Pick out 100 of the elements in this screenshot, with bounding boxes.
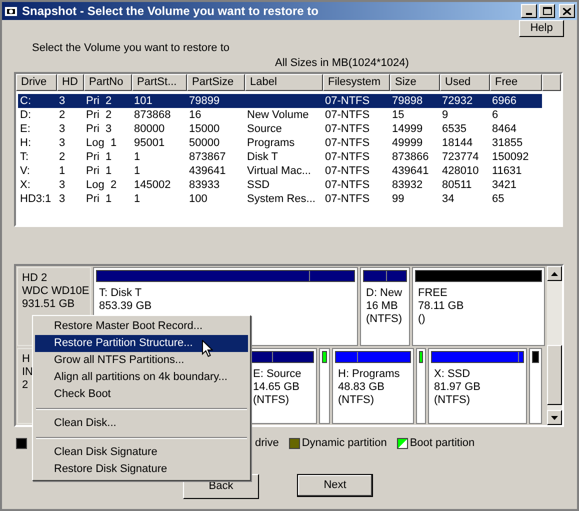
table-row[interactable]: T: 2 Pri 1 1 873867 Disk T 07-NTFS 873866 723774 150092 (18, 150, 542, 164)
disk-info-text: HD 2 (22, 272, 48, 285)
column-header[interactable]: Label (245, 74, 323, 91)
table-cell: 439641 (392, 165, 429, 177)
table-cell: 31855 (492, 137, 523, 149)
vertical-scrollbar[interactable] (547, 266, 562, 425)
column-header[interactable]: HD (57, 74, 84, 91)
table-cell: 3 (59, 123, 66, 135)
table-cell: 07-NTFS (325, 123, 370, 135)
partition-text: 16 MB (366, 300, 398, 313)
maximize-button[interactable] (539, 4, 555, 18)
table-cell: V: (20, 165, 30, 177)
partition-block[interactable] (319, 348, 330, 424)
partition-text: D: New (366, 287, 402, 300)
menu-item[interactable]: Clean Disk Signature (35, 444, 248, 461)
partition-block[interactable]: FREE 78.11 GB () (412, 267, 545, 346)
column-header[interactable]: Free (490, 74, 542, 91)
table-cell: Pri 3 (86, 123, 112, 135)
menu-item[interactable]: Check Boot (35, 386, 248, 403)
disk-info-text: 2 (22, 378, 28, 392)
column-header[interactable]: PartSt... (132, 74, 187, 91)
table-row[interactable]: H: 3 Log 1 95001 50000 Programs 07-NTFS 49999 18144 31855 (18, 136, 542, 150)
legend-label: Dynamic partition (302, 436, 387, 451)
column-header[interactable]: Size (390, 74, 440, 91)
table-cell: 80000 (134, 123, 165, 135)
table-cell: Log 2 (86, 179, 117, 191)
column-header[interactable] (542, 74, 561, 91)
table-row[interactable]: V: 1 Pri 1 1 439641 Virtual Mac... 07-NTFS 439641 428010 11631 (18, 164, 542, 178)
next-button[interactable]: Next (297, 474, 373, 497)
table-cell: HD3:1 (20, 193, 52, 205)
table-cell: 873868 (134, 109, 171, 121)
table-cell: 3 (59, 95, 66, 107)
table-cell: 100 (189, 193, 208, 205)
column-header[interactable]: Used (440, 74, 490, 91)
table-row[interactable]: HD3:1 3 Pri 1 1 100 System Res... 07-NTFS 99 34 65 (18, 192, 542, 206)
table-cell: 14999 (392, 123, 423, 135)
menu-item[interactable]: Restore Partition Structure... (35, 335, 248, 352)
table-cell: D: (20, 109, 31, 121)
partition-block[interactable] (416, 348, 426, 424)
table-cell: System Res... (247, 193, 316, 205)
table-cell: 3 (59, 137, 66, 149)
partition-text: E: Source (253, 368, 302, 381)
menu-item[interactable]: Clean Disk... (35, 415, 248, 432)
instruction-text: Select the Volume you want to restore to (32, 42, 230, 55)
partition-text: (NTFS) (338, 394, 374, 407)
table-cell: 439641 (189, 165, 226, 177)
help-button[interactable]: Help (519, 20, 564, 37)
partition-block[interactable]: X: SSD 81.97 GB (NTFS) (428, 348, 527, 424)
menu-item[interactable]: Grow all NTFS Partitions... (35, 352, 248, 369)
disk-info-text: 931.51 GB (22, 298, 75, 311)
column-header[interactable]: Drive (16, 74, 57, 91)
minimize-button[interactable] (521, 4, 537, 18)
partition-block[interactable] (529, 348, 542, 424)
table-cell: 723774 (442, 151, 479, 163)
scroll-up-button[interactable] (547, 266, 562, 281)
table-cell: 16 (189, 109, 202, 121)
table-cell: Programs (247, 137, 295, 149)
table-cell: 79899 (189, 95, 220, 107)
table-cell: 18144 (442, 137, 473, 149)
table-row[interactable]: C: 3 Pri 2 101 79899 07-NTFS 79898 72932 6966 (18, 94, 542, 108)
close-button[interactable] (559, 4, 575, 18)
column-header[interactable]: PartSize (187, 74, 245, 91)
partition-text: T: Disk T (99, 287, 142, 300)
table-cell: 873866 (392, 151, 429, 163)
partition-block[interactable]: D: New 16 MB (NTFS) (360, 267, 410, 346)
partition-text: 78.11 GB (418, 300, 464, 313)
table-cell: 1 (134, 151, 140, 163)
table-cell: 83932 (392, 179, 423, 191)
table-cell: 8464 (492, 123, 516, 135)
table-row[interactable]: E: 3 Pri 3 80000 15000 Source 07-NTFS 14999 6535 8464 (18, 122, 542, 136)
table-cell: 07-NTFS (325, 179, 370, 191)
partition-block[interactable]: H: Programs 48.83 GB (NTFS) (332, 348, 414, 424)
column-header[interactable]: Filesystem (323, 74, 390, 91)
scroll-down-button[interactable] (547, 410, 562, 425)
partition-text: 48.83 GB (338, 380, 384, 394)
table-cell: Virtual Mac... (247, 165, 311, 177)
app-icon (4, 4, 18, 18)
table-cell: 428010 (442, 165, 479, 177)
table-cell: 07-NTFS (325, 137, 370, 149)
table-row[interactable]: X: 3 Log 2 145002 83933 SSD 07-NTFS 83932 80511 3421 (18, 178, 542, 192)
legend-label: drive (255, 436, 279, 451)
table-row[interactable]: D: 2 Pri 2 873868 16 New Volume 07-NTFS 15 9 6 (18, 108, 542, 122)
table-cell: 79898 (392, 95, 423, 107)
column-header[interactable]: PartNo (84, 74, 132, 91)
menu-item[interactable]: Align all partitions on 4k boundary... (35, 369, 248, 386)
table-cell: 15000 (189, 123, 220, 135)
partition-text: 14.65 GB (253, 380, 300, 394)
table-cell: 15 (392, 109, 404, 121)
table-cell: E: (20, 123, 30, 135)
table-cell: 07-NTFS (325, 193, 370, 205)
table-cell: 6966 (492, 95, 516, 107)
scroll-thumb[interactable] (547, 345, 562, 405)
table-cell: 6535 (442, 123, 466, 135)
table-cell: H: (20, 137, 31, 149)
table-cell: 1 (134, 165, 140, 177)
table-cell: 3 (59, 193, 66, 205)
units-note: All Sizes in MB(1024*1024) (275, 57, 409, 70)
table-cell: 72932 (442, 95, 473, 107)
partition-text: FREE (418, 287, 448, 300)
table-cell: 99 (392, 193, 404, 205)
